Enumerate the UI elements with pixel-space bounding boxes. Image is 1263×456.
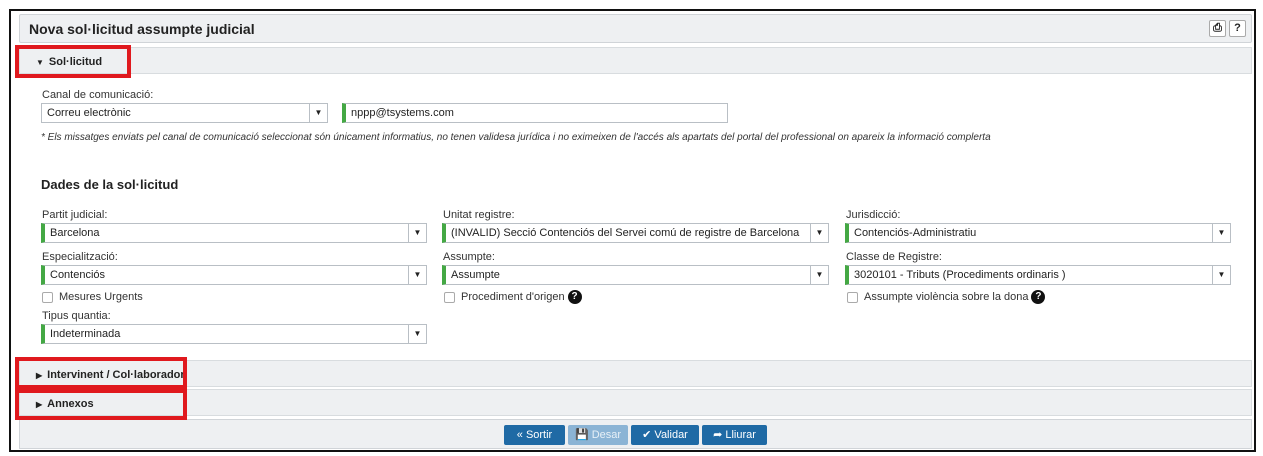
help-icon[interactable]: ? xyxy=(1229,20,1246,37)
chevron-down-icon: ▼ xyxy=(408,265,426,285)
sortir-button[interactable]: « Sortir xyxy=(504,425,565,445)
procediment-checkbox[interactable] xyxy=(444,292,455,303)
canal-value: Correu electrònic xyxy=(47,107,131,119)
partit-value: Barcelona xyxy=(50,227,100,239)
lliurar-label: Lliurar xyxy=(725,429,756,441)
partit-select[interactable]: Barcelona ▼ xyxy=(41,223,427,243)
dades-heading: Dades de la sol·licitud xyxy=(41,177,179,192)
quantia-select[interactable]: Indeterminada ▼ xyxy=(41,324,427,344)
chevron-down-icon: ▼ xyxy=(810,223,828,243)
assumpte-label: Assumpte: xyxy=(443,251,495,263)
title-bar: Nova sol·licitud assumpte judicial ⎙ ? xyxy=(19,14,1252,43)
violencia-label: Assumpte violència sobre la dona xyxy=(864,290,1029,303)
chevron-down-icon: ▼ xyxy=(1212,265,1230,285)
unitat-label: Unitat registre: xyxy=(443,209,515,221)
lliurar-button[interactable]: ➦ Lliurar xyxy=(702,425,767,445)
unitat-value: (INVALID) Secció Contenciós del Servei c… xyxy=(451,227,800,239)
partit-label: Partit judicial: xyxy=(42,209,108,221)
section-annexos-header[interactable]: ▶ Annexos xyxy=(19,389,1252,416)
question-icon[interactable]: ? xyxy=(567,290,582,304)
violencia-checkbox[interactable] xyxy=(847,292,858,303)
quantia-label: Tipus quantia: xyxy=(42,310,111,322)
canal-note: * Els missatges enviats pel canal de com… xyxy=(41,132,991,143)
assumpte-select[interactable]: Assumpte ▼ xyxy=(442,265,829,285)
quantia-value: Indeterminada xyxy=(50,328,121,340)
chevron-down-icon: ▼ xyxy=(408,223,426,243)
page-title: Nova sol·licitud assumpte judicial xyxy=(29,21,255,37)
section-interv-header[interactable]: ▶ Intervinent / Col·laborador xyxy=(19,360,1252,387)
save-icon: 💾 xyxy=(574,429,589,441)
classe-label: Classe de Registre: xyxy=(846,251,942,263)
desar-label: Desar xyxy=(591,429,622,441)
espec-value: Contenciós xyxy=(50,269,106,281)
classe-select[interactable]: 3020101 - Tributs (Procediments ordinari… xyxy=(845,265,1231,285)
chevron-down-icon: ▼ xyxy=(309,103,327,123)
canal-select[interactable]: Correu electrònic ▼ xyxy=(41,103,328,123)
highlight-box xyxy=(15,45,131,78)
mesures-checkbox[interactable] xyxy=(42,292,53,303)
share-icon: ➦ xyxy=(713,429,723,441)
email-field[interactable]: nppp@tsystems.com xyxy=(342,103,728,123)
chevron-down-icon: ▼ xyxy=(408,324,426,344)
assumpte-value: Assumpte xyxy=(451,269,500,281)
action-bar: « Sortir 💾 Desar ✔ Validar ➦ Lliurar xyxy=(19,419,1252,449)
section-solicitud-header[interactable]: ▼ Sol·licitud xyxy=(19,47,1252,74)
unitat-select[interactable]: (INVALID) Secció Contenciós del Servei c… xyxy=(442,223,829,243)
chevron-down-icon: ▼ xyxy=(810,265,828,285)
question-icon[interactable]: ? xyxy=(1031,290,1046,304)
highlight-box xyxy=(15,357,187,389)
mesures-label: Mesures Urgents xyxy=(59,291,143,303)
espec-label: Especialització: xyxy=(42,251,118,263)
check-icon: ✔ xyxy=(642,429,652,441)
main-window: Nova sol·licitud assumpte judicial ⎙ ? ▼… xyxy=(9,9,1256,452)
juris-select[interactable]: Contenciós-Administratiu ▼ xyxy=(845,223,1231,243)
validar-label: Validar xyxy=(654,429,688,441)
juris-label: Jurisdicció: xyxy=(846,209,901,221)
print-icon[interactable]: ⎙ xyxy=(1209,20,1226,37)
desar-button[interactable]: 💾 Desar xyxy=(568,425,628,445)
validar-button[interactable]: ✔ Validar xyxy=(631,425,699,445)
juris-value: Contenciós-Administratiu xyxy=(854,227,977,239)
chevron-down-icon: ▼ xyxy=(1212,223,1230,243)
highlight-box xyxy=(15,389,187,420)
espec-select[interactable]: Contenciós ▼ xyxy=(41,265,427,285)
email-value: nppp@tsystems.com xyxy=(351,107,454,119)
classe-value: 3020101 - Tributs (Procediments ordinari… xyxy=(854,269,1066,281)
procediment-label: Procediment d'origen xyxy=(461,290,565,303)
canal-label: Canal de comunicació: xyxy=(42,89,154,101)
